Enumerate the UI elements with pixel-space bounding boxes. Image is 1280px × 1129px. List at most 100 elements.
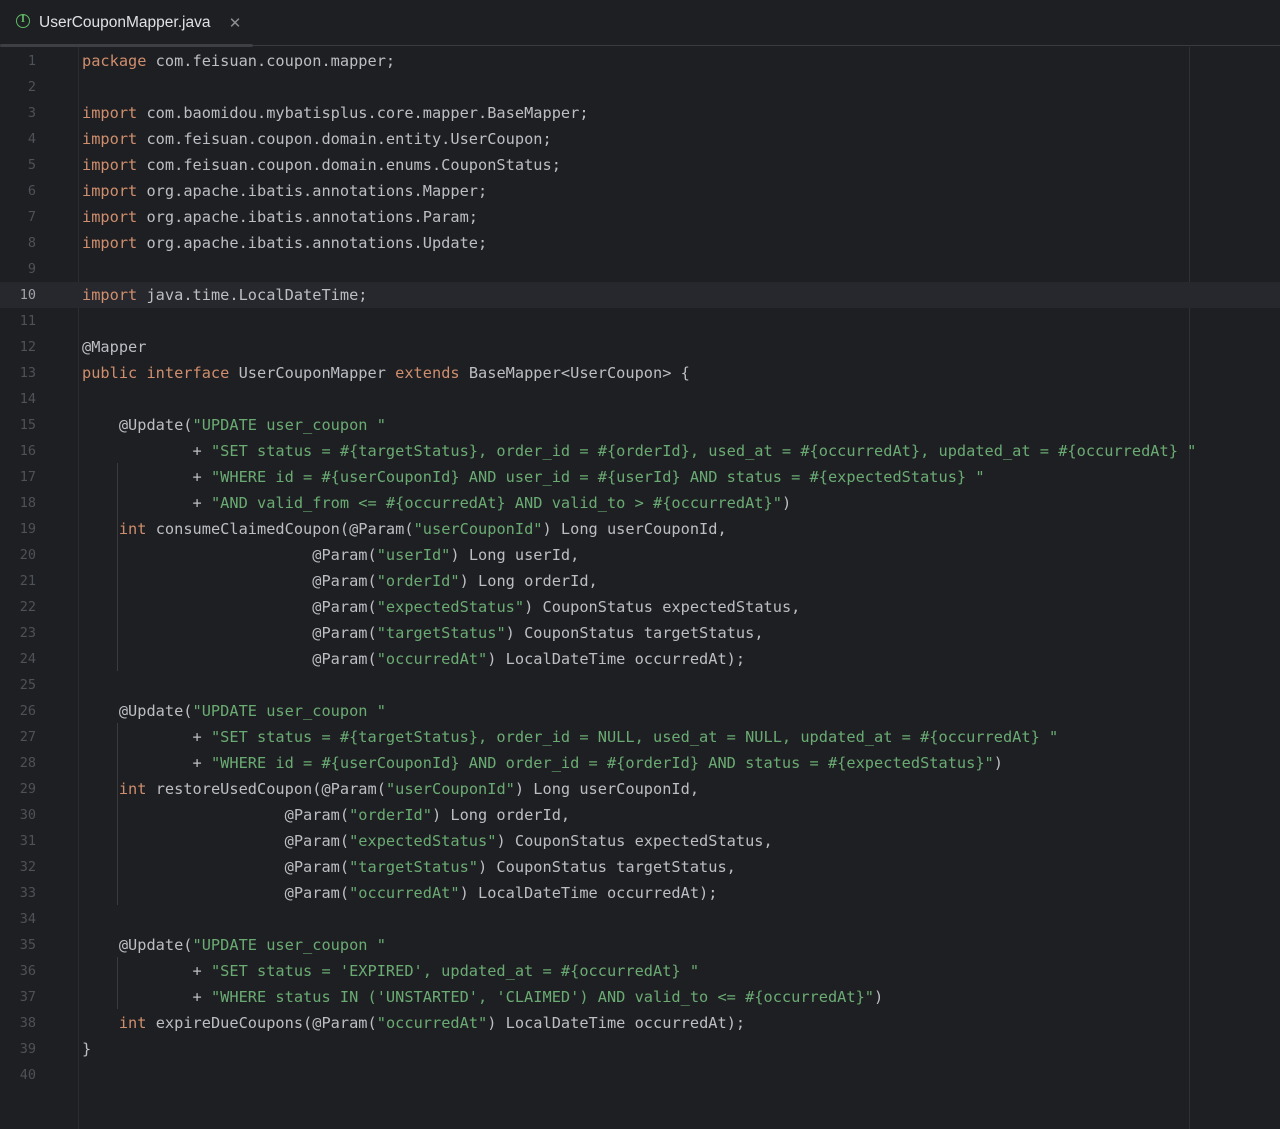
line-number[interactable]: 14: [0, 386, 36, 412]
code-line[interactable]: 30 @Param("orderId") Long orderId,: [0, 802, 1280, 828]
line-number[interactable]: 3: [0, 100, 36, 126]
code-text[interactable]: + "WHERE status IN ('UNSTARTED', 'CLAIME…: [82, 984, 884, 1010]
line-number[interactable]: 11: [0, 308, 36, 334]
line-number[interactable]: 10: [0, 282, 36, 308]
line-number[interactable]: 17: [0, 464, 36, 490]
line-number[interactable]: 22: [0, 594, 36, 620]
line-number[interactable]: 21: [0, 568, 36, 594]
line-number[interactable]: 37: [0, 984, 36, 1010]
code-line[interactable]: 34: [0, 906, 1280, 932]
code-text[interactable]: @Param("orderId") Long orderId,: [82, 802, 571, 828]
code-text[interactable]: int expireDueCoupons(@Param("occurredAt"…: [82, 1010, 745, 1036]
line-number[interactable]: 27: [0, 724, 36, 750]
line-number[interactable]: 9: [0, 256, 36, 282]
code-text[interactable]: @Param("targetStatus") CouponStatus targ…: [82, 854, 736, 880]
code-text[interactable]: import org.apache.ibatis.annotations.Par…: [82, 204, 478, 230]
code-line[interactable]: 40: [0, 1062, 1280, 1088]
code-line[interactable]: 36 + "SET status = 'EXPIRED', updated_at…: [0, 958, 1280, 984]
line-number[interactable]: 7: [0, 204, 36, 230]
code-text[interactable]: import org.apache.ibatis.annotations.Map…: [82, 178, 487, 204]
code-text[interactable]: + "WHERE id = #{userCouponId} AND order_…: [82, 750, 1003, 776]
line-number[interactable]: 5: [0, 152, 36, 178]
code-text[interactable]: + "SET status = #{targetStatus}, order_i…: [82, 438, 1197, 464]
line-number[interactable]: 18: [0, 490, 36, 516]
code-line[interactable]: 14: [0, 386, 1280, 412]
line-number[interactable]: 32: [0, 854, 36, 880]
line-number[interactable]: 40: [0, 1062, 36, 1088]
code-line[interactable]: 37 + "WHERE status IN ('UNSTARTED', 'CLA…: [0, 984, 1280, 1010]
code-text[interactable]: @Param("expectedStatus") CouponStatus ex…: [82, 594, 800, 620]
code-line[interactable]: 13 public interface UserCouponMapper exte…: [0, 360, 1280, 386]
code-line[interactable]: 7 import org.apache.ibatis.annotations.Pa…: [0, 204, 1280, 230]
code-text[interactable]: }: [82, 1036, 91, 1062]
code-line[interactable]: 39}: [0, 1036, 1280, 1062]
line-number[interactable]: 23: [0, 620, 36, 646]
code-text[interactable]: public interface UserCouponMapper extend…: [82, 360, 690, 386]
code-line[interactable]: 23 @Param("targetStatus") CouponStatus t…: [0, 620, 1280, 646]
line-number[interactable]: 16: [0, 438, 36, 464]
code-line[interactable]: 9: [0, 256, 1280, 282]
close-icon[interactable]: ✕: [228, 13, 242, 33]
line-number[interactable]: 1: [0, 48, 36, 74]
code-line[interactable]: 24 @Param("occurredAt") LocalDateTime oc…: [0, 646, 1280, 672]
line-number[interactable]: 35: [0, 932, 36, 958]
code-line[interactable]: 29 int restoreUsedCoupon(@Param("userCou…: [0, 776, 1280, 802]
code-text[interactable]: @Param("orderId") Long orderId,: [82, 568, 598, 594]
line-number[interactable]: 2: [0, 74, 36, 100]
code-text[interactable]: @Param("occurredAt") LocalDateTime occur…: [82, 646, 745, 672]
code-text[interactable]: int consumeClaimedCoupon(@Param("userCou…: [82, 516, 727, 542]
line-number[interactable]: 33: [0, 880, 36, 906]
line-number[interactable]: 26: [0, 698, 36, 724]
line-number[interactable]: 20: [0, 542, 36, 568]
code-text[interactable]: import com.baomidou.mybatisplus.core.map…: [82, 100, 589, 126]
code-text[interactable]: import com.feisuan.coupon.domain.enums.C…: [82, 152, 561, 178]
line-number[interactable]: 15: [0, 412, 36, 438]
code-line[interactable]: 35 @Update("UPDATE user_coupon ": [0, 932, 1280, 958]
code-line[interactable]: 8 import org.apache.ibatis.annotations.Up…: [0, 230, 1280, 256]
line-number[interactable]: 39: [0, 1036, 36, 1062]
line-number[interactable]: 13: [0, 360, 36, 386]
code-line[interactable]: 6 import org.apache.ibatis.annotations.Ma…: [0, 178, 1280, 204]
code-text[interactable]: @Param("targetStatus") CouponStatus targ…: [82, 620, 763, 646]
code-text[interactable]: + "SET status = #{targetStatus}, order_i…: [82, 724, 1059, 750]
code-line[interactable]: 15 @Update("UPDATE user_coupon ": [0, 412, 1280, 438]
code-line[interactable]: 32 @Param("targetStatus") CouponStatus t…: [0, 854, 1280, 880]
line-number[interactable]: 4: [0, 126, 36, 152]
code-line[interactable]: 22 @Param("expectedStatus") CouponStatus…: [0, 594, 1280, 620]
code-text[interactable]: + "AND valid_from <= #{occurredAt} AND v…: [82, 490, 792, 516]
code-line[interactable]: 17 + "WHERE id = #{userCouponId} AND use…: [0, 464, 1280, 490]
line-number[interactable]: 36: [0, 958, 36, 984]
code-line[interactable]: 12 @Mapper: [0, 334, 1280, 360]
code-text[interactable]: import com.feisuan.coupon.domain.entity.…: [82, 126, 552, 152]
tab-usercouponmapper[interactable]: I UserCouponMapper.java ✕: [0, 0, 253, 47]
code-text[interactable]: @Update("UPDATE user_coupon ": [82, 412, 386, 438]
line-number[interactable]: 38: [0, 1010, 36, 1036]
code-text[interactable]: + "SET status = 'EXPIRED', updated_at = …: [82, 958, 700, 984]
line-number[interactable]: 24: [0, 646, 36, 672]
code-line[interactable]: 16 + "SET status = #{targetStatus}, orde…: [0, 438, 1280, 464]
code-line[interactable]: 20 @Param("userId") Long userId,: [0, 542, 1280, 568]
code-line[interactable]: 38 int expireDueCoupons(@Param("occurred…: [0, 1010, 1280, 1036]
code-line[interactable]: 11: [0, 308, 1280, 334]
code-text[interactable]: int restoreUsedCoupon(@Param("userCoupon…: [82, 776, 699, 802]
line-number[interactable]: 34: [0, 906, 36, 932]
code-text[interactable]: import org.apache.ibatis.annotations.Upd…: [82, 230, 487, 256]
line-number[interactable]: 12: [0, 334, 36, 360]
code-text[interactable]: @Param("expectedStatus") CouponStatus ex…: [82, 828, 773, 854]
code-text[interactable]: import java.time.LocalDateTime;: [82, 282, 368, 308]
code-line[interactable]: 26 @Update("UPDATE user_coupon ": [0, 698, 1280, 724]
line-number[interactable]: 25: [0, 672, 36, 698]
code-line[interactable]: 21 @Param("orderId") Long orderId,: [0, 568, 1280, 594]
code-line[interactable]: 25: [0, 672, 1280, 698]
line-number[interactable]: 8: [0, 230, 36, 256]
code-line[interactable]: 28 + "WHERE id = #{userCouponId} AND ord…: [0, 750, 1280, 776]
code-line[interactable]: 3 import com.baomidou.mybatisplus.core.ma…: [0, 100, 1280, 126]
code-text[interactable]: @Update("UPDATE user_coupon ": [82, 698, 386, 724]
code-text[interactable]: + "WHERE id = #{userCouponId} AND user_i…: [82, 464, 985, 490]
code-line[interactable]: 19 int consumeClaimedCoupon(@Param("user…: [0, 516, 1280, 542]
code-text[interactable]: @Update("UPDATE user_coupon ": [82, 932, 386, 958]
code-line[interactable]: 2: [0, 74, 1280, 100]
line-number[interactable]: 28: [0, 750, 36, 776]
line-number[interactable]: 31: [0, 828, 36, 854]
code-line[interactable]: 27 + "SET status = #{targetStatus}, orde…: [0, 724, 1280, 750]
